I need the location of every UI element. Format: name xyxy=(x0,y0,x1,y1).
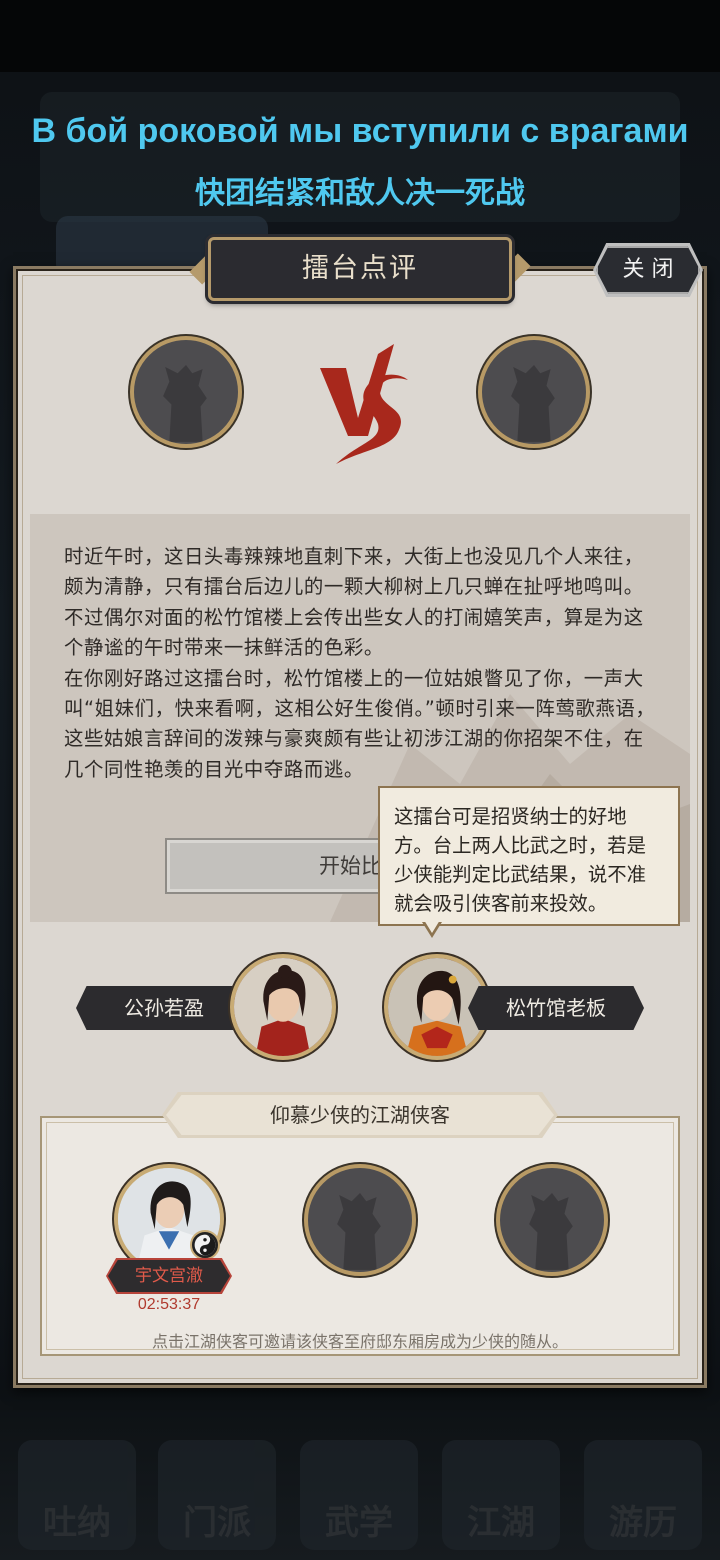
admirers-hint: 点击江湖侠客可邀请该侠客至府邸东厢房成为少侠的随从。 xyxy=(151,1332,568,1351)
fighter-right-unknown-avatar xyxy=(478,336,590,448)
silhouette-icon xyxy=(511,364,555,442)
game-screen: { "promo": { "line1": "В бой роковой мы … xyxy=(0,0,720,1560)
nav-tab-label: 门派 xyxy=(183,1503,251,1543)
status-bar-area xyxy=(0,0,720,72)
nav-tab-tuna[interactable]: 吐纳 xyxy=(18,1440,136,1550)
nav-tab-label: 游历 xyxy=(609,1503,677,1543)
nav-tab-label: 武学 xyxy=(325,1503,393,1543)
tooltip-tail-fill xyxy=(424,920,440,933)
woman-portrait-icon xyxy=(234,958,332,1056)
story-paragraph-1: 时近午时，这日头毒辣辣地直刺下来，大街上也没见几个人来往，颇为清静，只有擂台后边… xyxy=(64,545,644,660)
dialog-title-plate: 擂台点评 xyxy=(208,237,512,301)
fighter-left-portrait[interactable] xyxy=(230,954,336,1060)
story-paragraph-2: 在你刚好路过这擂台时，松竹馆楼上的一位姑娘瞥见了你，一声大叫“姐妹们，快来看啊，… xyxy=(64,666,656,781)
nav-tab-menpai[interactable]: 门派 xyxy=(158,1440,276,1550)
silhouette-icon xyxy=(337,1192,381,1270)
admirer-slot-empty-3[interactable] xyxy=(496,1164,608,1276)
nav-tab-wuxue[interactable]: 武学 xyxy=(300,1440,418,1550)
hint-tooltip: 这擂台可是招贤纳士的好地方。台上两人比武之时，若是少侠能判定比武结果，说不准就会… xyxy=(378,786,680,926)
story-text: 时近午时，这日头毒辣辣地直刺下来，大街上也没见几个人来往，颇为清静，只有擂台后边… xyxy=(64,542,660,785)
admirer-slot-empty-2[interactable] xyxy=(304,1164,416,1276)
admirer-name: 宇文宫澈 xyxy=(108,1260,230,1292)
silhouette-icon xyxy=(163,364,207,442)
nav-tab-label: 吐纳 xyxy=(43,1503,111,1543)
nav-tab-jianghu[interactable]: 江湖 xyxy=(442,1440,560,1550)
taiji-symbol xyxy=(194,1234,216,1256)
vs-icon xyxy=(320,344,408,464)
nav-tab-youli[interactable]: 游历 xyxy=(584,1440,702,1550)
fighter-right-name: 松竹馆老板 xyxy=(468,986,644,1030)
admirers-title: 仰慕少侠的江湖侠客 xyxy=(166,1095,554,1135)
promo-caption-russian: В бой роковой мы вступили с врагами xyxy=(31,112,689,150)
fighter-left-unknown-avatar xyxy=(130,336,242,448)
admirer-timer: 02:53:37 xyxy=(137,1296,201,1313)
promo-caption-chinese: 快团结紧和敌人决一死战 xyxy=(195,176,525,211)
dialog-title: 擂台点评 xyxy=(302,253,418,284)
taiji-icon xyxy=(190,1230,220,1260)
nav-tab-label: 江湖 xyxy=(467,1503,535,1543)
fighter-left-name: 公孙若盈 xyxy=(76,986,252,1030)
silhouette-icon xyxy=(529,1192,573,1270)
close-button[interactable]: 关 闭 xyxy=(596,246,700,294)
